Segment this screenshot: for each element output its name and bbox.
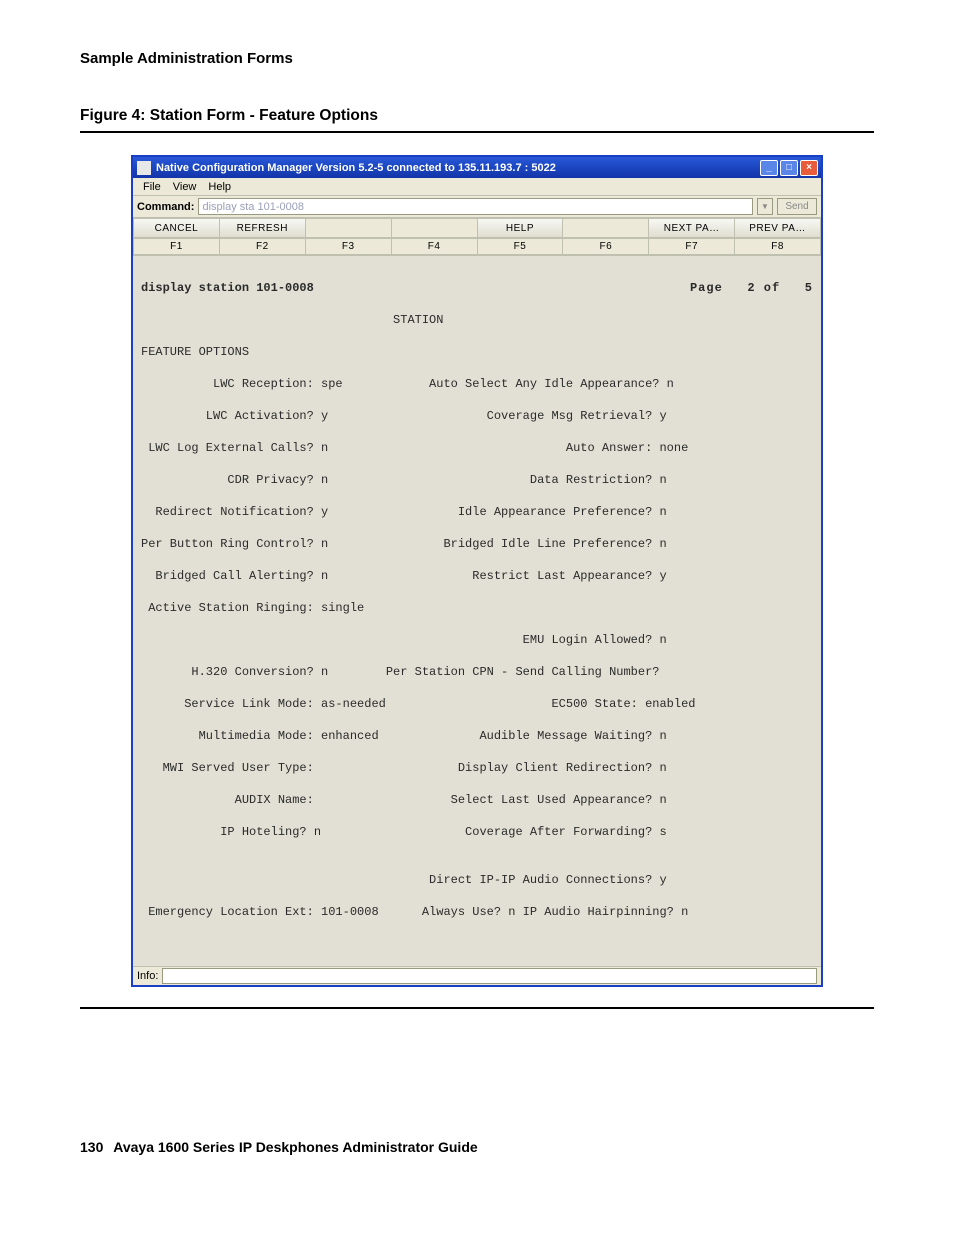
command-dropdown[interactable]: ▼ (757, 198, 773, 215)
prev-page-button[interactable]: PREV PA… (735, 218, 821, 238)
menubar: File View Help (133, 178, 821, 196)
terminal-panel: display station 101-0008 Page 2 of 5 STAT… (133, 256, 821, 966)
page-header: Sample Administration Forms (80, 50, 874, 67)
toolbar: CANCEL REFRESH HELP NEXT PA… PREV PA… (133, 218, 821, 238)
terminal-line: Emergency Location Ext: 101-0008 Always … (141, 904, 813, 920)
terminal-line: Per Button Ring Control? n Bridged Idle … (141, 536, 813, 552)
terminal-line: MWI Served User Type: Display Client Red… (141, 760, 813, 776)
terminal-line: Active Station Ringing: single (141, 600, 813, 616)
figure-caption: Figure 4: Station Form - Feature Options (80, 107, 874, 133)
command-input[interactable] (198, 198, 753, 215)
menu-file[interactable]: File (137, 181, 167, 193)
terminal-line: Bridged Call Alerting? n Restrict Last A… (141, 568, 813, 584)
terminal-line: CDR Privacy? n Data Restriction? n (141, 472, 813, 488)
terminal-line: IP Hoteling? n Coverage After Forwarding… (141, 824, 813, 840)
terminal-station-title: STATION (141, 312, 813, 328)
window-controls: _ □ × (760, 160, 818, 176)
info-field[interactable] (162, 968, 817, 984)
fkey-f6: F6 (563, 238, 649, 255)
close-button[interactable]: × (800, 160, 818, 176)
footer-guide-title: Avaya 1600 Series IP Deskphones Administ… (113, 1139, 477, 1155)
app-window: Native Configuration Manager Version 5.2… (131, 155, 823, 987)
command-row: Command: ▼ Send (133, 196, 821, 218)
fkey-f3: F3 (306, 238, 392, 255)
terminal-display-cmd: display station 101-0008 (141, 280, 314, 296)
command-label: Command: (137, 201, 194, 213)
figure-rule (80, 1007, 874, 1009)
refresh-button[interactable]: REFRESH (220, 218, 306, 238)
info-row: Info: (133, 966, 821, 985)
toolbar-slot-3 (306, 218, 392, 238)
page-footer: 130 Avaya 1600 Series IP Deskphones Admi… (80, 1139, 478, 1155)
help-button[interactable]: HELP (478, 218, 564, 238)
terminal-line: H.320 Conversion? n Per Station CPN - Se… (141, 664, 813, 680)
fkey-f4: F4 (392, 238, 478, 255)
terminal-line: LWC Activation? y Coverage Msg Retrieval… (141, 408, 813, 424)
menu-help[interactable]: Help (202, 181, 237, 193)
terminal-line: Multimedia Mode: enhanced Audible Messag… (141, 728, 813, 744)
terminal-line: LWC Log External Calls? n Auto Answer: n… (141, 440, 813, 456)
fkey-f5: F5 (478, 238, 564, 255)
terminal-line: Service Link Mode: as-needed EC500 State… (141, 696, 813, 712)
fkey-row: F1 F2 F3 F4 F5 F6 F7 F8 (133, 238, 821, 256)
terminal-section-title: FEATURE OPTIONS (141, 344, 813, 360)
terminal-line: Direct IP-IP Audio Connections? y (141, 872, 813, 888)
fkey-f8: F8 (735, 238, 821, 255)
terminal-page-indicator: Page 2 of 5 (690, 280, 813, 296)
toolbar-slot-6 (563, 218, 649, 238)
titlebar: Native Configuration Manager Version 5.2… (133, 157, 821, 178)
toolbar-slot-4 (392, 218, 478, 238)
fkey-f1: F1 (133, 238, 220, 255)
minimize-button[interactable]: _ (760, 160, 778, 176)
terminal-line: AUDIX Name: Select Last Used Appearance?… (141, 792, 813, 808)
maximize-button[interactable]: □ (780, 160, 798, 176)
menu-view[interactable]: View (167, 181, 203, 193)
info-label: Info: (137, 970, 158, 982)
terminal-line: LWC Reception: spe Auto Select Any Idle … (141, 376, 813, 392)
send-button[interactable]: Send (777, 198, 817, 215)
cancel-button[interactable]: CANCEL (133, 218, 220, 238)
fkey-f2: F2 (220, 238, 306, 255)
next-page-button[interactable]: NEXT PA… (649, 218, 735, 238)
app-icon (137, 161, 151, 175)
window-title: Native Configuration Manager Version 5.2… (156, 162, 556, 174)
terminal-line: Redirect Notification? y Idle Appearance… (141, 504, 813, 520)
terminal-line: EMU Login Allowed? n (141, 632, 813, 648)
page-number: 130 (80, 1139, 109, 1155)
fkey-f7: F7 (649, 238, 735, 255)
